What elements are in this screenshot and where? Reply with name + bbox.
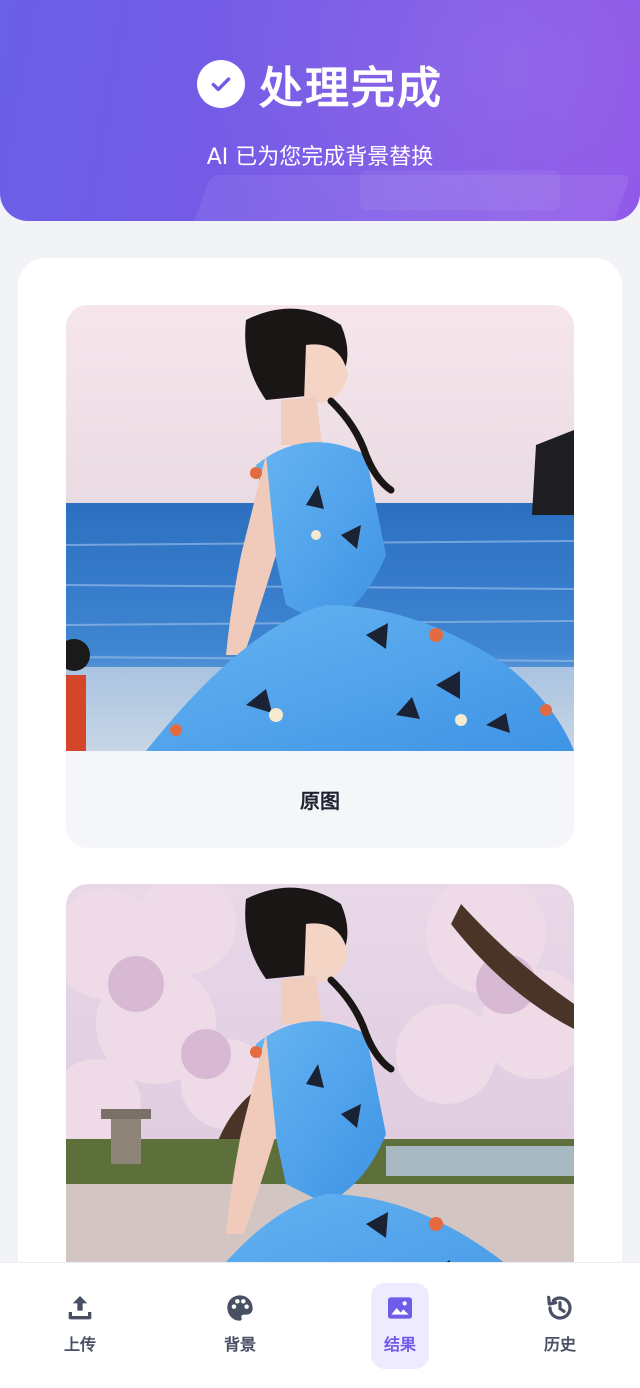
- nav-label-background: 背景: [223, 1335, 256, 1354]
- palette-icon: [223, 1291, 257, 1325]
- original-photo[interactable]: [66, 305, 574, 751]
- nav-item-upload[interactable]: 上传: [51, 1283, 109, 1369]
- page-title: 处理完成: [259, 63, 443, 114]
- result-card: 原图: [18, 258, 622, 1338]
- check-circle-icon: [197, 60, 245, 108]
- nav-item-background[interactable]: 背景: [211, 1283, 269, 1369]
- header-banner: 处理完成 AI 已为您完成背景替换: [0, 0, 640, 221]
- nav-label-upload: 上传: [63, 1335, 96, 1354]
- page-subtitle: AI 已为您完成背景替换: [206, 145, 434, 170]
- nav-item-history[interactable]: 历史: [531, 1283, 589, 1369]
- nav-label-result: 结果: [383, 1335, 416, 1354]
- upload-icon: [63, 1291, 97, 1325]
- title-row: 处理完成: [0, 56, 640, 114]
- history-icon: [543, 1291, 577, 1325]
- original-label: 原图: [300, 789, 340, 813]
- nav-item-result[interactable]: 结果: [371, 1283, 429, 1369]
- original-image-panel: 原图: [66, 305, 574, 848]
- image-icon: [383, 1291, 417, 1325]
- bottom-nav: 上传 背景 结果 历史: [0, 1262, 640, 1388]
- nav-label-history: 历史: [543, 1335, 576, 1354]
